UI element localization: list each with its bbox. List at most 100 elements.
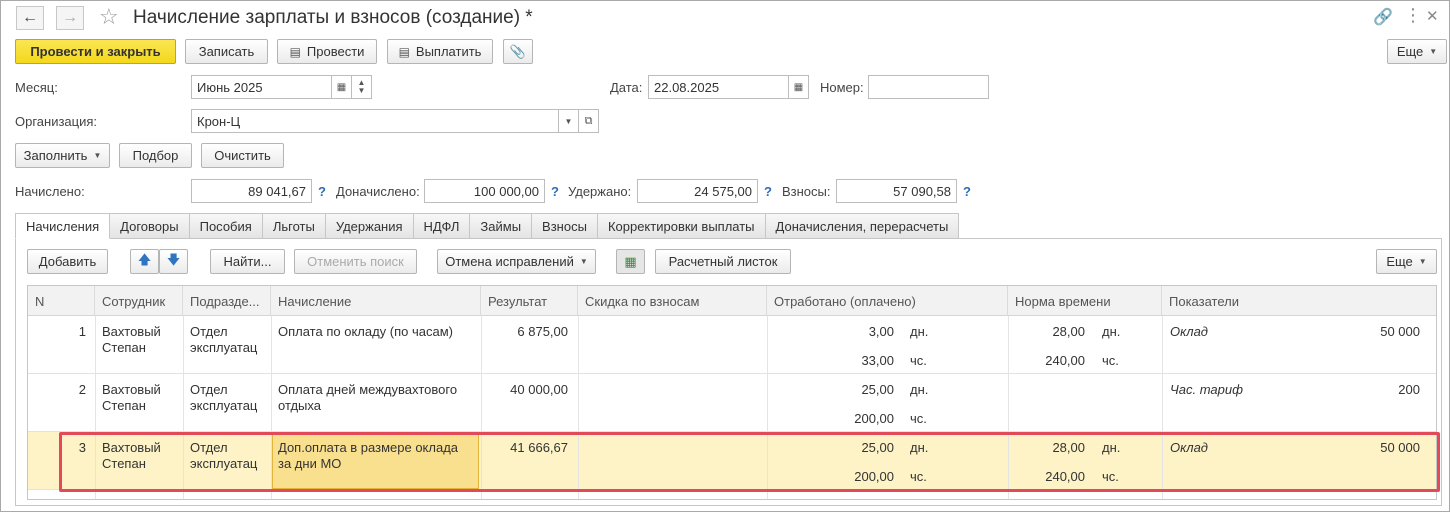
accrual-cell-line1: Оплата по окладу (по часам) (278, 324, 453, 339)
column-header-worked[interactable]: Отработано (оплачено) (767, 286, 1008, 316)
column-header-department[interactable]: Подразде... (183, 286, 271, 316)
indicator-name: Оклад (1170, 324, 1208, 339)
column-divider (578, 316, 579, 499)
column-header-n[interactable]: N (28, 286, 95, 316)
table-add-icon: ▦ (624, 253, 637, 269)
contributions-help-icon[interactable]: ? (963, 184, 971, 199)
back-button[interactable]: ← (16, 6, 44, 30)
department-cell-line2: эксплуатац (190, 456, 258, 471)
clear-button[interactable]: Очистить (201, 143, 284, 168)
find-button[interactable]: Найти... (210, 249, 285, 274)
attach-button[interactable]: 📎 (503, 39, 533, 64)
tab-recalculations[interactable]: Доначисления, перерасчеты (765, 213, 960, 239)
calendar-button[interactable]: ▦ (332, 75, 352, 99)
contributions-field: 57 090,58 (836, 179, 957, 203)
post-document-icon: ▤ (289, 44, 301, 59)
post-and-close-button[interactable]: Провести и закрыть (15, 39, 176, 64)
worked-hours-unit: чс. (910, 469, 927, 484)
number-field[interactable] (868, 75, 989, 99)
table-row-selected[interactable]: 3 Вахтовый Степан Отдел эксплуатац Доп.о… (28, 432, 1436, 490)
table-settings-button[interactable]: ▦ (616, 249, 645, 274)
fill-button-label: Заполнить (23, 148, 88, 163)
close-icon[interactable]: ✕ (1426, 7, 1439, 25)
month-label: Месяц: (15, 80, 58, 95)
table-row[interactable]: 2 Вахтовый Степан Отдел эксплуатац Оплат… (28, 374, 1436, 432)
pay-button[interactable]: ▤ Выплатить (387, 39, 493, 64)
month-field[interactable]: Июнь 2025 (191, 75, 332, 99)
withheld-field: 24 575,00 (637, 179, 758, 203)
column-header-employee[interactable]: Сотрудник (95, 286, 183, 316)
department-cell-line1: Отдел (190, 382, 228, 397)
tab-privileges[interactable]: Льготы (262, 213, 326, 239)
save-button[interactable]: Записать (185, 39, 268, 64)
organization-open-button[interactable]: ⧉ (579, 109, 599, 133)
add-row-button[interactable]: Добавить (27, 249, 108, 274)
fill-button[interactable]: Заполнить ▼ (15, 143, 110, 168)
grid-more-button[interactable]: Еще ▼ (1376, 249, 1437, 274)
tab-benefits[interactable]: Пособия (189, 213, 263, 239)
accrued-help-icon[interactable]: ? (318, 184, 326, 199)
move-up-button[interactable]: 🡅 (130, 249, 159, 274)
tab-accruals[interactable]: Начисления (15, 213, 111, 239)
post-button[interactable]: ▤ Провести (277, 39, 377, 64)
withheld-help-icon[interactable]: ? (764, 184, 772, 199)
norm-days-cell: 28,00 (1052, 324, 1085, 339)
column-header-result[interactable]: Результат (481, 286, 578, 316)
more-button[interactable]: Еще ▼ (1387, 39, 1447, 64)
favorite-star-icon[interactable]: ☆ (99, 4, 119, 30)
additional-accrued-help-icon[interactable]: ? (551, 184, 559, 199)
accrued-field: 89 041,67 (191, 179, 312, 203)
worked-days-unit: дн. (910, 324, 929, 339)
calendar-icon: ▦ (793, 81, 804, 93)
forward-button[interactable]: → (56, 6, 84, 30)
tab-contributions[interactable]: Взносы (532, 213, 598, 239)
column-header-norm[interactable]: Норма времени (1008, 286, 1162, 316)
cancel-corrections-button[interactable]: Отмена исправлений ▼ (437, 249, 596, 274)
tab-contracts[interactable]: Договоры (110, 213, 190, 239)
accrual-cell-line1: Доп.оплата в размере оклада (278, 440, 459, 455)
date-calendar-button[interactable]: ▦ (789, 75, 809, 99)
tab-bar: Начисления Договоры Пособия Льготы Удерж… (15, 213, 960, 239)
organization-field[interactable]: Крон-Ц (191, 109, 559, 133)
caret-down-icon: ▼ (564, 116, 573, 126)
open-form-icon: ⧉ (584, 114, 593, 127)
organization-dropdown-button[interactable]: ▼ (559, 109, 579, 133)
employee-cell-line2: Степан (102, 340, 146, 355)
indicator-name: Час. тариф (1170, 382, 1243, 397)
employee-cell-line2: Степан (102, 398, 146, 413)
month-stepper[interactable]: ▲ ▼ (352, 75, 372, 99)
paperclip-icon: 📎 (509, 43, 527, 59)
column-header-indicators[interactable]: Показатели (1162, 286, 1436, 316)
row-number: 3 (78, 440, 86, 455)
date-field[interactable]: 22.08.2025 (648, 75, 789, 99)
table-row[interactable]: 1 Вахтовый Степан Отдел эксплуатац Оплат… (28, 316, 1436, 374)
more-vertical-icon[interactable]: ⋮ (1404, 5, 1422, 26)
payslip-button[interactable]: Расчетный листок (655, 249, 791, 274)
norm-days-cell: 28,00 (1052, 440, 1085, 455)
column-divider (481, 316, 482, 499)
move-down-button[interactable]: 🡇 (159, 249, 188, 274)
document-window: ← → ☆ Начисление зарплаты и взносов (соз… (0, 0, 1450, 512)
tab-loans[interactable]: Займы (470, 213, 533, 239)
accrual-cell-line2: отдыха (278, 398, 321, 413)
department-cell-line1: Отдел (190, 440, 228, 455)
tab-payment-corrections[interactable]: Корректировки выплаты (597, 213, 766, 239)
calendar-icon: ▦ (336, 81, 347, 93)
tab-ndfl[interactable]: НДФЛ (413, 213, 471, 239)
tab-deductions[interactable]: Удержания (325, 213, 414, 239)
link-icon[interactable]: 🔗 (1373, 7, 1393, 27)
column-header-contribution-discount[interactable]: Скидка по взносам (578, 286, 767, 316)
department-cell-line2: эксплуатац (190, 340, 258, 355)
select-button[interactable]: Подбор (119, 143, 192, 168)
department-cell-line2: эксплуатац (190, 398, 258, 413)
worked-days-cell: 25,00 (861, 440, 894, 455)
cancel-search-button[interactable]: Отменить поиск (294, 249, 417, 274)
post-button-label: Провести (306, 44, 365, 59)
caret-down-icon: ▼ (579, 257, 588, 266)
more-button-label: Еще (1396, 44, 1424, 59)
contributions-label: Взносы: (782, 184, 831, 199)
column-divider (95, 316, 96, 499)
table-header: N Сотрудник Подразде... Начисление Резул… (28, 286, 1436, 316)
column-header-accrual[interactable]: Начисление (271, 286, 481, 316)
worked-hours-cell: 33,00 (861, 353, 894, 368)
